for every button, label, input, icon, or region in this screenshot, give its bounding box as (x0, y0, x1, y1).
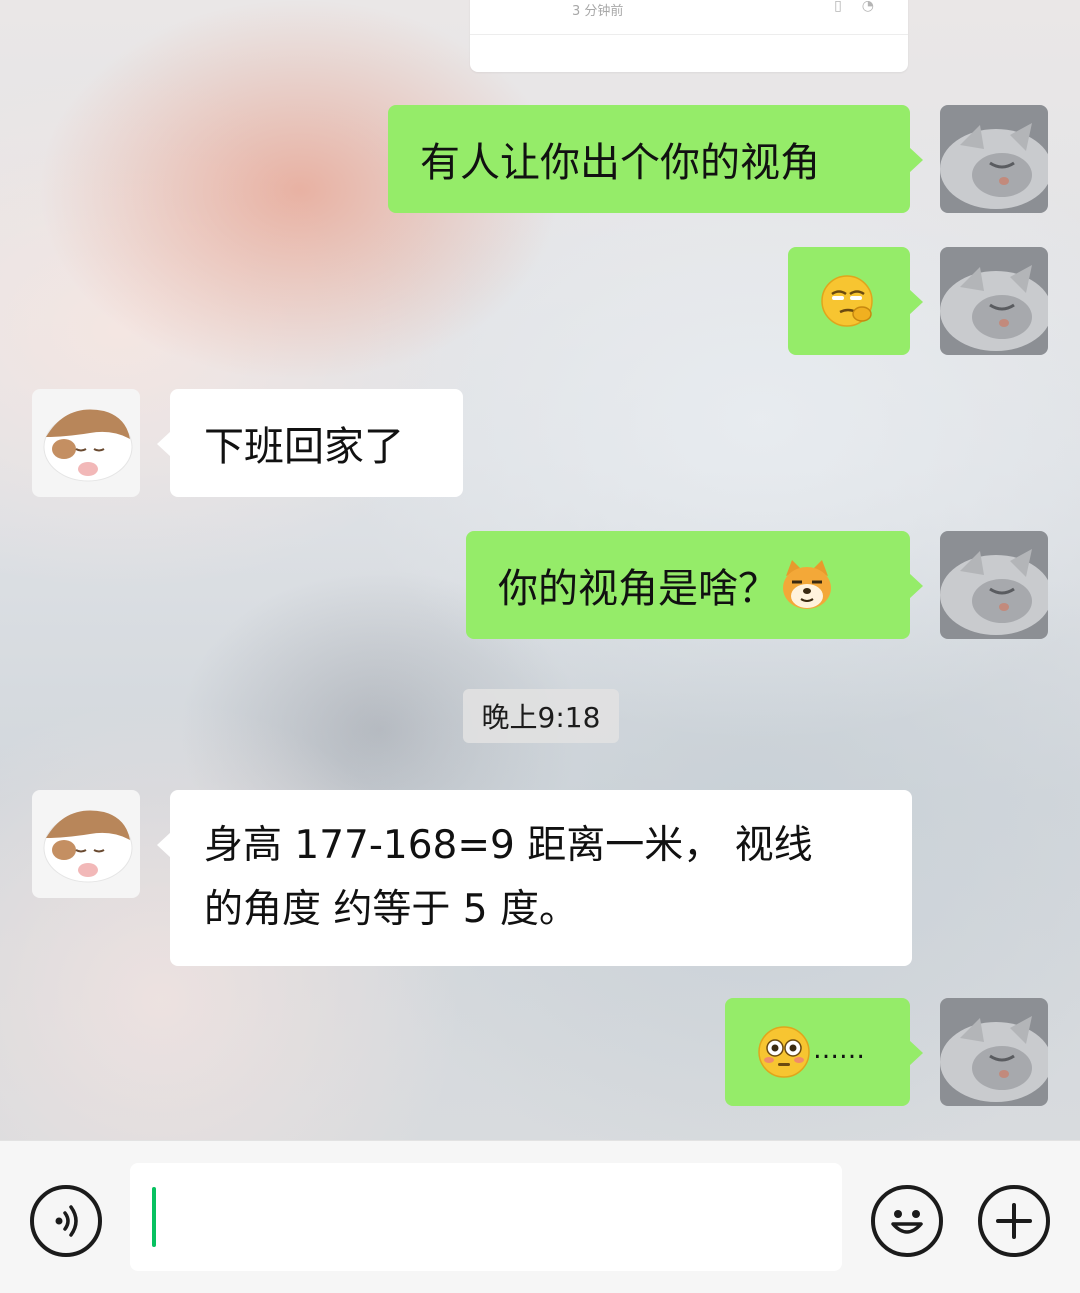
message-bubble-contact[interactable]: 身高 177-168=9 距离一米， 视线 的角度 约等于 5 度。 (157, 790, 912, 966)
message-text-line-2: 的角度 约等于 5 度。 (204, 887, 579, 932)
message-text: 有人让你出个你的视角 (420, 140, 820, 186)
contact-avatar[interactable] (32, 790, 140, 898)
chat-input-bar (0, 1140, 1080, 1293)
message-bubble-mine[interactable]: …… (725, 998, 923, 1106)
message-input[interactable] (130, 1163, 842, 1271)
emoji-icon (875, 1189, 939, 1253)
message-bubble-mine[interactable] (788, 247, 923, 355)
message-text: …… (813, 1035, 865, 1065)
message-text: 你的视角是啥？ (498, 566, 778, 612)
my-avatar[interactable] (940, 531, 1048, 639)
message-bubble-mine[interactable]: 有人让你出个你的视角 (388, 105, 923, 213)
flushed-emoji (757, 1025, 811, 1079)
my-avatar[interactable] (940, 998, 1048, 1106)
voice-button[interactable] (30, 1185, 102, 1257)
my-avatar[interactable] (940, 105, 1048, 213)
message-text: 下班回家了 (204, 424, 404, 470)
moment-time: 3 分钟前 (572, 4, 624, 19)
smirk-hand-emoji (820, 274, 874, 328)
moment-card[interactable]: 3 分钟前 ▯◔ (470, 0, 908, 72)
emoji-button[interactable] (871, 1185, 943, 1257)
voice-icon (34, 1189, 98, 1253)
moment-actions: ▯◔ (834, 0, 894, 14)
contact-avatar[interactable] (32, 389, 140, 497)
my-avatar[interactable] (940, 247, 1048, 355)
doge-emoji (780, 558, 834, 612)
moment-divider (470, 34, 908, 35)
message-bubble-contact[interactable]: 下班回家了 (157, 389, 463, 497)
chat-timestamp: 晚上9:18 (463, 689, 619, 743)
message-bubble-mine[interactable]: 你的视角是啥？ (466, 531, 923, 639)
add-button[interactable] (978, 1185, 1050, 1257)
text-cursor (152, 1187, 156, 1247)
plus-icon (982, 1189, 1046, 1253)
message-text-line-1: 身高 177-168=9 距离一米， 视线 (204, 823, 813, 868)
